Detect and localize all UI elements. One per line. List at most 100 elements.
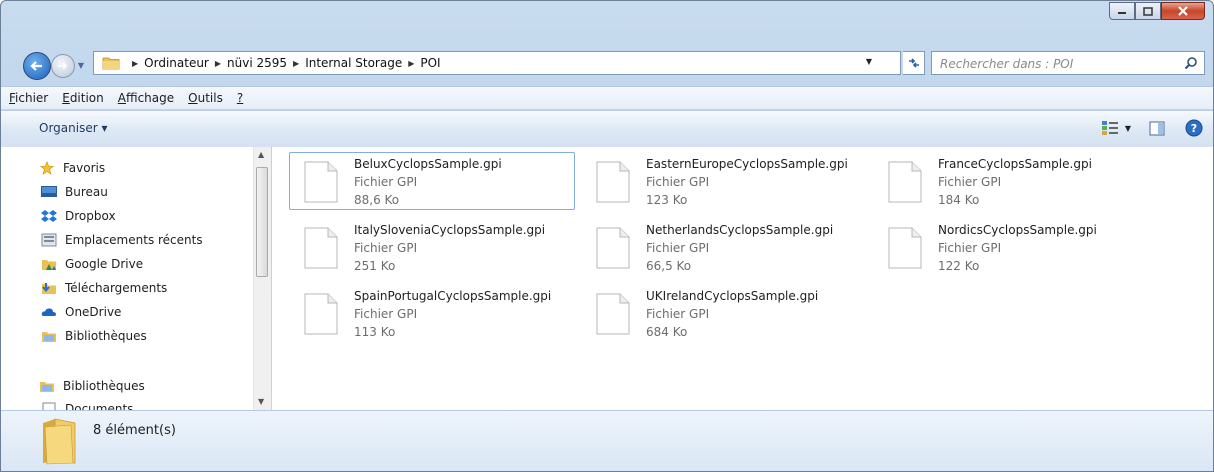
nav-label: OneDrive: [65, 305, 122, 319]
nav-google-drive[interactable]: Google Drive: [41, 257, 143, 271]
address-history-dropdown[interactable]: ▼: [866, 57, 872, 66]
file-type: Fichier GPI: [354, 241, 418, 255]
nav-recent-places[interactable]: Emplacements récents: [41, 233, 203, 247]
star-icon: [40, 161, 54, 175]
downloads-icon: [42, 283, 56, 294]
file-size: 113 Ko: [354, 325, 396, 339]
file-item[interactable]: FranceCyclopsSample.gpi Fichier GPI 184 …: [873, 152, 1159, 210]
menu-help[interactable]: ?: [237, 91, 243, 105]
command-bar: Organiser ▾ ▼ ?: [1, 110, 1213, 148]
menu-edition[interactable]: Edition: [62, 91, 104, 105]
breadcrumb-separator[interactable]: ▶: [215, 59, 221, 68]
file-item[interactable]: NetherlandsCyclopsSample.gpi Fichier GPI…: [581, 218, 867, 276]
file-size: 88,6 Ko: [354, 193, 400, 207]
file-size: 684 Ko: [646, 325, 688, 339]
back-arrow-icon: [30, 61, 42, 71]
minimize-button[interactable]: [1109, 2, 1135, 20]
menu-bar: Fichier Edition Affichage Outils ?: [1, 86, 1213, 109]
file-item[interactable]: NordicsCyclopsSample.gpi Fichier GPI 122…: [873, 218, 1159, 276]
search-input[interactable]: [938, 55, 1172, 73]
file-name: UKIrelandCyclopsSample.gpi: [646, 289, 819, 303]
document-icon: [304, 227, 338, 269]
file-item[interactable]: SpainPortugalCyclopsSample.gpi Fichier G…: [289, 284, 575, 342]
change-view-icon[interactable]: [1101, 120, 1119, 136]
file-item[interactable]: ItalySloveniaCyclopsSample.gpi Fichier G…: [289, 218, 575, 276]
recent-pages-dropdown[interactable]: ▼: [75, 58, 87, 72]
nav-label: Dropbox: [65, 209, 116, 223]
breadcrumb-separator[interactable]: ▶: [408, 59, 414, 68]
menu-affichage[interactable]: Affichage: [118, 91, 174, 105]
nav-label: Bibliothèques: [65, 329, 147, 343]
explorer-window: ▼ ▶ Ordinateur ▶ nüvi 2595 ▶ Internal St…: [0, 0, 1214, 472]
address-bar[interactable]: ▶ Ordinateur ▶ nüvi 2595 ▶ Internal Stor…: [93, 51, 901, 75]
document-icon: [888, 161, 922, 203]
caption-buttons: [1109, 2, 1205, 20]
search-icon: [1184, 57, 1197, 70]
nav-documents[interactable]: Documents: [41, 402, 133, 410]
document-icon: [596, 293, 630, 335]
document-icon: [888, 227, 922, 269]
view-controls: ▼ ?: [1101, 119, 1203, 137]
file-type: Fichier GPI: [646, 175, 710, 189]
close-button[interactable]: [1161, 2, 1205, 20]
nav-label: Téléchargements: [65, 281, 168, 295]
file-type: Fichier GPI: [354, 307, 418, 321]
menu-fichier[interactable]: Fichier: [9, 91, 48, 105]
breadcrumb-poi[interactable]: POI: [420, 56, 440, 70]
view-options-chevron-icon[interactable]: ▼: [1125, 124, 1131, 133]
details-pane: 8 élément(s): [1, 410, 1213, 471]
breadcrumb-separator[interactable]: ▶: [293, 59, 299, 68]
search-box[interactable]: [931, 51, 1205, 75]
help-icon[interactable]: ?: [1185, 119, 1203, 137]
libraries-icon: [42, 332, 56, 342]
file-type: Fichier GPI: [646, 307, 710, 321]
breadcrumb-device[interactable]: nüvi 2595: [227, 56, 287, 70]
menu-outils[interactable]: Outils: [188, 91, 223, 105]
refresh-button[interactable]: [903, 51, 925, 75]
scroll-down-arrow-icon[interactable]: ▼: [258, 397, 264, 406]
scrollbar-thumb[interactable]: [256, 167, 268, 277]
svg-text:?: ?: [1191, 122, 1197, 135]
breadcrumb-computer[interactable]: Ordinateur: [144, 56, 209, 70]
breadcrumb-separator[interactable]: ▶: [132, 59, 138, 68]
breadcrumb-storage[interactable]: Internal Storage: [305, 56, 402, 70]
file-list: BeluxCyclopsSample.gpi Fichier GPI 88,6 …: [272, 147, 1213, 410]
preview-pane-icon[interactable]: [1149, 121, 1165, 136]
organize-button[interactable]: Organiser ▾: [39, 121, 107, 135]
maximize-button[interactable]: [1135, 2, 1161, 20]
file-name: EasternEuropeCyclopsSample.gpi: [646, 157, 848, 171]
scroll-up-arrow-icon[interactable]: ▲: [258, 150, 264, 159]
desktop-icon: [41, 186, 57, 197]
nav-bureau[interactable]: Bureau: [41, 185, 108, 199]
file-size: 251 Ko: [354, 259, 396, 273]
file-name: SpainPortugalCyclopsSample.gpi: [354, 289, 552, 303]
nav-label: Bureau: [65, 185, 108, 199]
navigation-scrollbar[interactable]: ▲ ▼: [253, 147, 271, 410]
nav-favorites[interactable]: Favoris: [39, 161, 105, 175]
forward-button[interactable]: [51, 54, 75, 78]
onedrive-icon: [41, 308, 56, 316]
nav-label: Google Drive: [65, 257, 144, 271]
nav-libraries-favorite[interactable]: Bibliothèques: [41, 329, 147, 343]
document-icon: [304, 161, 338, 203]
nav-label: Emplacements récents: [65, 233, 203, 247]
file-name: NordicsCyclopsSample.gpi: [938, 223, 1097, 237]
nav-dropbox[interactable]: Dropbox: [41, 209, 116, 223]
file-item[interactable]: BeluxCyclopsSample.gpi Fichier GPI 88,6 …: [289, 152, 575, 210]
navigation-pane: Favoris Bureau Dropbox Emplacements réce…: [1, 147, 253, 410]
file-item[interactable]: UKIrelandCyclopsSample.gpi Fichier GPI 6…: [581, 284, 867, 342]
nav-downloads[interactable]: Téléchargements: [41, 281, 167, 295]
nav-onedrive[interactable]: OneDrive: [41, 305, 121, 319]
nav-label: Bibliothèques: [63, 379, 145, 393]
nav-label: Documents: [65, 402, 134, 410]
file-type: Fichier GPI: [938, 241, 1002, 255]
file-type: Fichier GPI: [646, 241, 710, 255]
file-type: Fichier GPI: [354, 175, 418, 189]
folder-icon: [43, 418, 76, 465]
documents-icon: [42, 402, 56, 410]
forward-arrow-icon: [58, 62, 68, 70]
document-icon: [304, 293, 338, 335]
file-item[interactable]: EasternEuropeCyclopsSample.gpi Fichier G…: [581, 152, 867, 210]
back-button[interactable]: [23, 52, 51, 80]
nav-libraries[interactable]: Bibliothèques: [39, 379, 145, 393]
